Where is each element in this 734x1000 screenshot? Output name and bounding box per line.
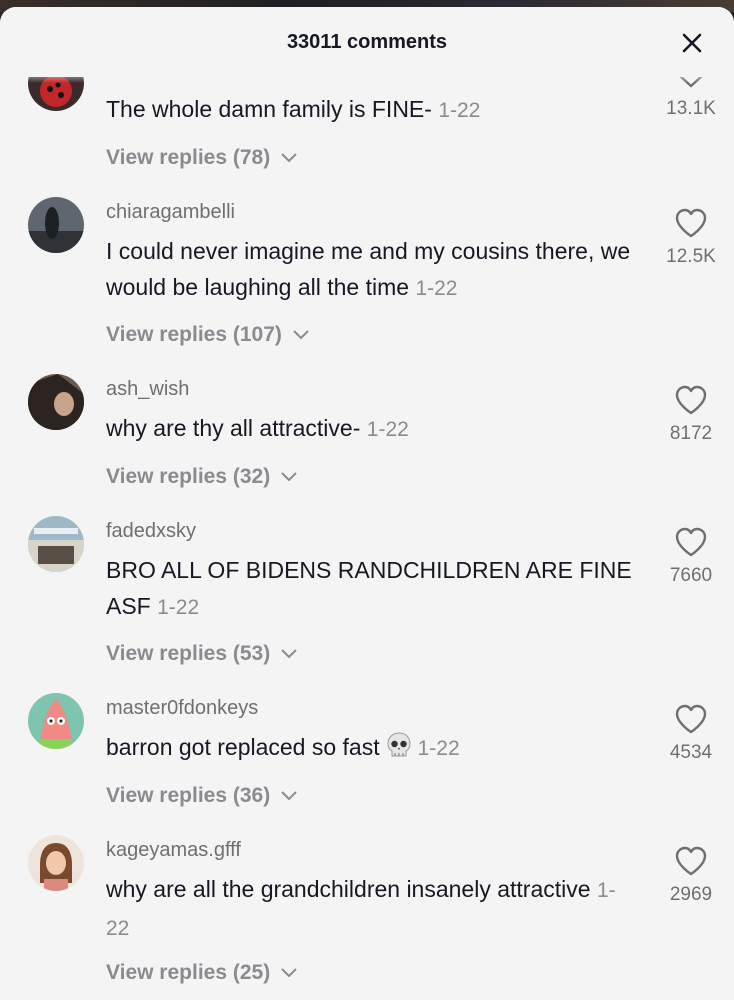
heart-icon: [675, 846, 707, 876]
chevron-down-icon: [281, 968, 297, 978]
comments-sheet: The whole damn family is FINE- 1-22 View…: [0, 7, 734, 1000]
like-button[interactable]: 7660: [660, 526, 722, 587]
comment-date: 1-22: [415, 277, 458, 300]
like-button[interactable]: 12.5K: [660, 207, 722, 268]
view-replies-button[interactable]: View replies (53): [106, 642, 298, 666]
view-replies-button[interactable]: View replies (32): [106, 465, 298, 489]
chevron-down-icon: [281, 649, 297, 659]
username[interactable]: kageyamas.gfff: [106, 839, 241, 862]
view-replies-button[interactable]: View replies (36): [106, 784, 298, 808]
comment-text: why are thy all attractive- 1-22: [106, 415, 409, 441]
close-button[interactable]: [680, 31, 704, 55]
username[interactable]: ash_wish: [106, 378, 189, 401]
avatar[interactable]: [28, 693, 84, 749]
heart-icon: [675, 527, 707, 557]
close-icon: [682, 33, 702, 53]
comment-text: BRO ALL OF BIDENS RANDCHILDREN ARE FINE …: [106, 557, 632, 619]
comments-count-title: 33011 comments: [286, 31, 448, 53]
heart-icon: [675, 208, 707, 238]
like-count: 2969: [669, 884, 713, 905]
comment-date: 1-22: [438, 99, 481, 122]
chevron-down-icon: [281, 791, 297, 801]
avatar[interactable]: [28, 374, 84, 430]
like-count: 13.1K: [666, 98, 716, 119]
like-count: 4534: [669, 742, 713, 763]
comment-list[interactable]: The whole damn family is FINE- 1-22 View…: [0, 7, 734, 1000]
view-replies-button[interactable]: View replies (107): [106, 323, 310, 347]
like-count: 7660: [669, 565, 713, 586]
skull-emoji: [387, 732, 411, 757]
comment-date: 1-22: [417, 737, 460, 760]
avatar[interactable]: [28, 835, 84, 891]
comment-date: 1-22: [366, 418, 409, 441]
avatar[interactable]: [28, 197, 84, 253]
avatar[interactable]: [28, 516, 84, 572]
comment-text: barron got replaced so fast 1-22: [106, 729, 636, 767]
chevron-down-icon: [293, 330, 309, 340]
comments-header: 33011 comments: [0, 7, 734, 83]
comment-text: The whole damn family is FINE- 1-22: [106, 96, 481, 122]
heart-icon: [675, 385, 707, 415]
view-replies-button[interactable]: View replies (78): [106, 146, 298, 170]
username[interactable]: chiaragambelli: [106, 201, 235, 224]
heart-icon: [675, 704, 707, 734]
chevron-down-icon: [281, 472, 297, 482]
like-button[interactable]: 8172: [660, 384, 722, 445]
like-count: 8172: [669, 423, 713, 444]
like-button[interactable]: 4534: [660, 703, 722, 764]
chevron-down-icon: [281, 153, 297, 163]
like-count: 12.5K: [666, 246, 716, 267]
view-replies-button[interactable]: View replies (25): [106, 961, 298, 985]
like-button[interactable]: 2969: [660, 845, 722, 906]
comment-text: I could never imagine me and my cousins …: [106, 238, 631, 300]
comment-date: 1-22: [157, 596, 200, 619]
comment-text: why are all the grandchildren insanely a…: [106, 876, 616, 940]
username[interactable]: master0fdonkeys: [106, 697, 258, 720]
username[interactable]: fadedxsky: [106, 520, 196, 543]
